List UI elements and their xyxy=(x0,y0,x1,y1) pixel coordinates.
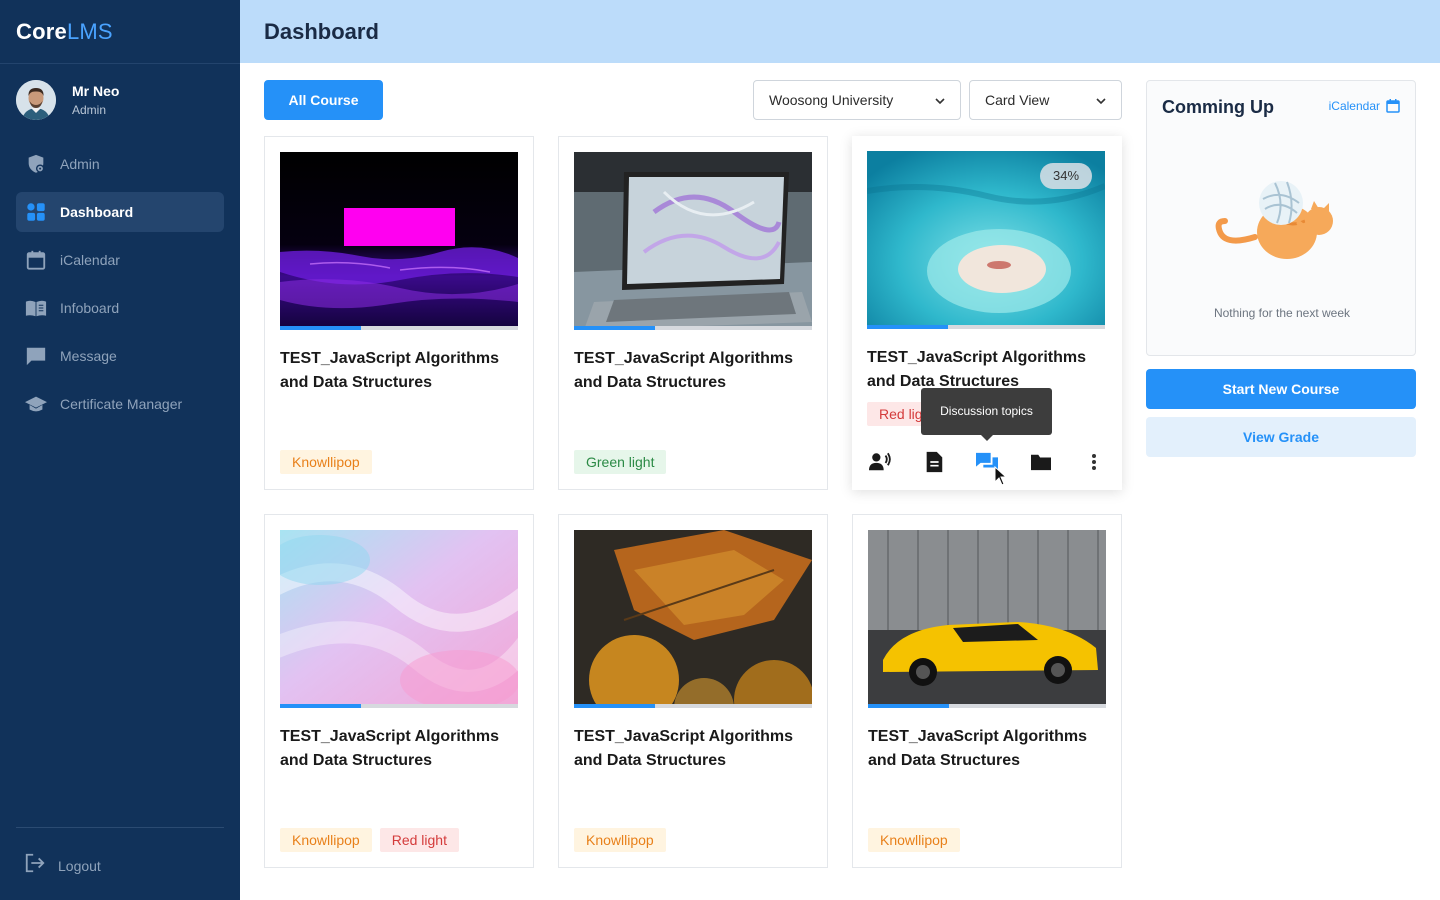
logo-divider xyxy=(0,63,240,64)
view-select-value: Card View xyxy=(985,92,1050,108)
university-select[interactable]: Woosong University xyxy=(753,80,961,120)
course-card-hovered[interactable]: 34% TEST_JavaScript Algorithms and Data … xyxy=(852,136,1122,490)
sidebar-item-label: iCalendar xyxy=(60,252,120,268)
sidebar-item-label: Dashboard xyxy=(60,204,134,220)
course-tag: Knowllipop xyxy=(280,450,372,474)
avatar xyxy=(16,80,56,120)
page-header: Dashboard xyxy=(240,0,1440,63)
progress-bar xyxy=(280,326,518,330)
course-tags: Knowllipop xyxy=(280,450,372,474)
card-action-bar xyxy=(867,449,1107,475)
user-profile[interactable]: Mr Neo Admin xyxy=(16,80,119,120)
progress-fill xyxy=(868,704,949,708)
sidebar: CoreLMS Mr Neo Admin Admin Dashboard iCa… xyxy=(0,0,240,900)
course-card[interactable]: TEST_JavaScript Algorithms and Data Stru… xyxy=(558,514,828,868)
icalendar-link[interactable]: iCalendar xyxy=(1329,99,1400,113)
sidebar-item-label: Message xyxy=(60,348,117,364)
chevron-down-icon xyxy=(935,98,945,105)
sidebar-nav: Admin Dashboard iCalendar Infoboard Mess… xyxy=(16,144,224,432)
admin-icon xyxy=(24,152,48,176)
tooltip: Discussion topics xyxy=(921,388,1052,441)
sidebar-item-icalendar[interactable]: iCalendar xyxy=(16,240,224,280)
dashboard-grid-icon xyxy=(24,200,48,224)
user-role: Admin xyxy=(72,103,107,117)
university-select-value: Woosong University xyxy=(769,92,894,108)
icalendar-link-label: iCalendar xyxy=(1328,99,1380,113)
sidebar-item-message[interactable]: Message xyxy=(16,336,224,376)
course-tag: Knowllipop xyxy=(574,828,666,852)
progress-bar xyxy=(574,704,812,708)
course-title[interactable]: TEST_JavaScript Algorithms and Data Stru… xyxy=(867,346,1107,394)
course-thumbnail[interactable] xyxy=(574,152,812,330)
progress-fill xyxy=(280,326,361,330)
course-title[interactable]: TEST_JavaScript Algorithms and Data Stru… xyxy=(574,725,814,773)
all-course-button[interactable]: All Course xyxy=(264,80,383,120)
sidebar-item-certificate-manager[interactable]: Certificate Manager xyxy=(16,384,224,424)
user-name: Mr Neo xyxy=(72,83,120,99)
course-title[interactable]: TEST_JavaScript Algorithms and Data Stru… xyxy=(280,725,520,773)
course-tag: Knowllipop xyxy=(280,828,372,852)
course-card[interactable]: TEST_JavaScript Algorithms and Data Stru… xyxy=(558,136,828,490)
progress-fill xyxy=(867,325,948,329)
progress-fill xyxy=(574,704,655,708)
progress-percent-badge: 34% xyxy=(1040,163,1092,189)
course-thumbnail[interactable] xyxy=(868,530,1106,708)
start-new-course-button[interactable]: Start New Course xyxy=(1146,369,1416,409)
sidebar-item-dashboard[interactable]: Dashboard xyxy=(16,192,224,232)
progress-bar xyxy=(574,326,812,330)
sidebar-item-label: Infoboard xyxy=(60,300,120,316)
course-tag: Knowllipop xyxy=(868,828,960,852)
logout-icon xyxy=(24,852,46,879)
course-card[interactable]: TEST_JavaScript Algorithms and Data Stru… xyxy=(852,514,1122,868)
more-vertical-icon[interactable] xyxy=(1081,449,1107,475)
logout-button[interactable]: Logout xyxy=(24,852,101,879)
progress-fill xyxy=(574,326,655,330)
course-thumbnail[interactable] xyxy=(574,530,812,708)
folder-icon[interactable] xyxy=(1028,449,1054,475)
empty-state-cat-illustration xyxy=(1215,177,1349,272)
document-icon[interactable] xyxy=(921,449,947,475)
course-card[interactable]: TEST_JavaScript Algorithms and Data Stru… xyxy=(264,514,534,868)
sidebar-item-admin[interactable]: Admin xyxy=(16,144,224,184)
course-tags: Knowllipop xyxy=(574,828,666,852)
book-icon xyxy=(24,296,48,320)
view-select[interactable]: Card View xyxy=(969,80,1122,120)
logout-label: Logout xyxy=(58,857,101,874)
progress-fill xyxy=(280,704,361,708)
upcoming-title: Comming Up xyxy=(1162,97,1274,117)
course-title[interactable]: TEST_JavaScript Algorithms and Data Stru… xyxy=(574,347,814,395)
course-tags: Knowllipop xyxy=(868,828,960,852)
upcoming-panel: Comming Up iCalendar Nothing for the nex… xyxy=(1146,80,1416,356)
graduation-cap-icon xyxy=(24,392,48,416)
view-grade-button[interactable]: View Grade xyxy=(1146,417,1416,457)
sidebar-item-label: Certificate Manager xyxy=(60,396,183,412)
calendar-icon xyxy=(1386,99,1400,113)
course-tags: Knowllipop Red light xyxy=(280,828,459,852)
sidebar-item-label: Admin xyxy=(60,156,100,172)
progress-bar xyxy=(280,704,518,708)
empty-state-message: Nothing for the next week xyxy=(1213,306,1351,320)
calendar-icon xyxy=(24,248,48,272)
course-title[interactable]: TEST_JavaScript Algorithms and Data Stru… xyxy=(280,347,520,395)
course-card[interactable]: TEST_JavaScript Algorithms and Data Stru… xyxy=(264,136,534,490)
attendance-icon[interactable] xyxy=(867,449,893,475)
mouse-cursor-icon xyxy=(994,466,1008,486)
course-tags: Green light xyxy=(574,450,667,474)
sidebar-item-infoboard[interactable]: Infoboard xyxy=(16,288,224,328)
progress-bar xyxy=(867,325,1105,329)
course-thumbnail[interactable] xyxy=(280,530,518,708)
message-icon xyxy=(24,344,48,368)
sidebar-divider xyxy=(16,827,224,828)
chevron-down-icon xyxy=(1096,98,1106,105)
app-logo[interactable]: CoreLMS xyxy=(16,19,113,45)
progress-bar xyxy=(868,704,1106,708)
page-title: Dashboard xyxy=(264,19,379,44)
course-title[interactable]: TEST_JavaScript Algorithms and Data Stru… xyxy=(868,725,1108,773)
course-thumbnail[interactable] xyxy=(280,152,518,330)
course-tag: Red light xyxy=(379,828,459,852)
course-thumbnail[interactable]: 34% xyxy=(867,151,1105,329)
course-tag: Green light xyxy=(574,450,667,474)
